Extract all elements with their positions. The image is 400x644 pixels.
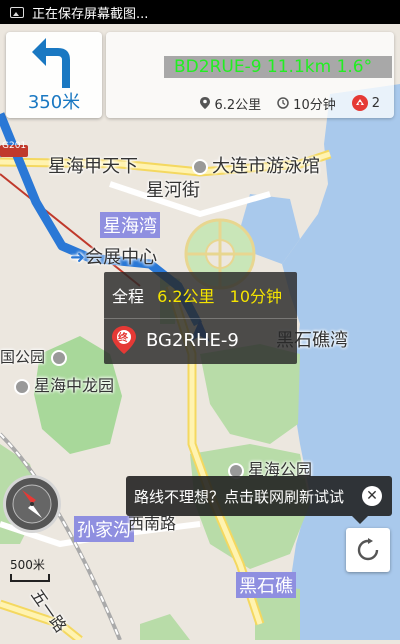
route-stats: 6.2公里 10分钟 2	[106, 88, 394, 118]
map-label-xinghe-street: 星河街	[146, 180, 200, 201]
traffic-camera-icon	[351, 95, 368, 111]
traffic-camera-alert[interactable]: 2	[351, 95, 380, 111]
scale-label: 500米	[10, 558, 45, 572]
close-icon[interactable]: ✕	[362, 486, 382, 506]
remaining-time-stat: 10分钟	[277, 94, 336, 113]
route-summary-row: 全程 6.2公里 10分钟	[112, 287, 283, 306]
map-label-xinghai-zhonglong-park: 星海中龙园	[14, 372, 114, 396]
map-label-exhibition-center: ➜会展中心	[70, 247, 158, 268]
destination-name: BG2RHE-9	[146, 329, 239, 351]
popup-divider	[104, 318, 297, 319]
map-label-xinghai-bay: 星海湾	[100, 212, 160, 238]
turn-instruction-card[interactable]: 350米	[6, 32, 102, 118]
destination-row: 终 BG2RHE-9	[112, 326, 239, 354]
clock-icon	[277, 97, 289, 109]
poi-icon	[14, 378, 30, 395]
route-info-card[interactable]: BD2RUE-9 11.1km 1.6° 6.2公里 10分钟 2	[106, 32, 394, 118]
map-label-g201: G201	[2, 141, 27, 151]
map-label-park-partial: 国公园	[0, 346, 71, 367]
refresh-route-button[interactable]	[346, 528, 390, 572]
refresh-route-toast[interactable]: 路线不理想？点击联网刷新试试 ✕	[126, 476, 392, 524]
refresh-icon	[357, 538, 379, 561]
map-scale: 500米	[10, 556, 50, 582]
map-label-heishijiao: 黑石礁	[236, 572, 296, 598]
screenshot-icon	[10, 6, 24, 18]
compass-button[interactable]	[6, 478, 58, 530]
poi-icon	[192, 159, 208, 175]
map-label-dalian-swimming-hall: 大连市游泳馆	[192, 152, 320, 178]
status-bar: 正在保存屏幕截图...	[0, 0, 400, 24]
status-text: 正在保存屏幕截图...	[32, 6, 149, 22]
compass-icon	[12, 484, 52, 524]
poi-icon	[51, 349, 68, 366]
turn-distance: 350米	[27, 92, 81, 113]
map-label-sunjiagou: 孙家沟	[74, 516, 134, 542]
scale-bar	[10, 574, 50, 582]
toast-message: 路线不理想？点击联网刷新试试	[134, 487, 345, 506]
turn-left-arrow-icon	[32, 38, 70, 88]
route-summary-popup[interactable]: 全程 6.2公里 10分钟 终 BG2RHE-9	[104, 272, 297, 364]
end-marker-icon: 终	[112, 326, 136, 354]
remaining-distance-stat: 6.2公里	[200, 94, 261, 113]
location-pin-icon	[200, 97, 211, 109]
device-overlay-text: BD2RUE-9 11.1km 1.6°	[164, 56, 392, 78]
map-label-xinghai-jiatianxia: 星海甲天下	[48, 156, 138, 177]
